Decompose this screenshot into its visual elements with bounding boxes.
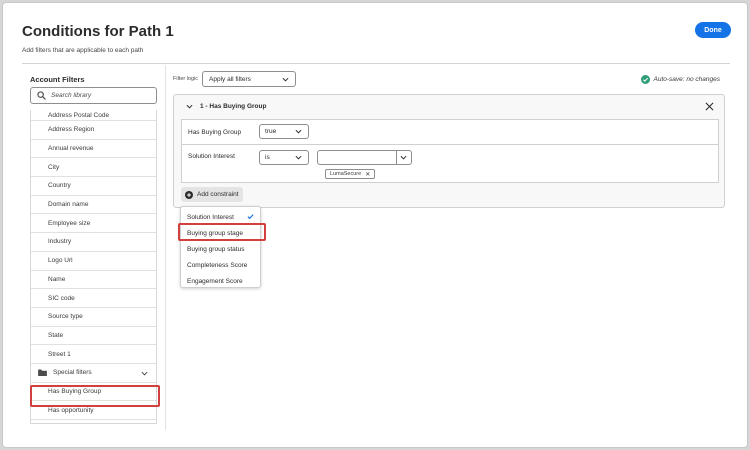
list-item[interactable]: SIC code (31, 289, 156, 308)
menu-item-engagement-score[interactable]: Engagement Score (181, 273, 260, 289)
constraints-table: Has Buying Group true Solution Interest … (181, 119, 719, 183)
add-constraint-label: Add constraint (197, 191, 239, 198)
list-item[interactable]: Employee size (31, 214, 156, 234)
panel-divider (165, 65, 166, 430)
constraint-label: Has Buying Group (188, 129, 242, 136)
chevron-down-icon (282, 77, 289, 82)
autosave-status: Auto-save: no changes (640, 75, 721, 84)
menu-item-solution-interest[interactable]: Solution Interest (181, 209, 260, 225)
list-item[interactable]: Logo Url (31, 252, 156, 271)
value-tag: LumaSecure ✕ (325, 169, 376, 179)
value-combobox[interactable] (317, 150, 412, 165)
operator-select[interactable]: is (259, 150, 309, 165)
constraint-row: Solution Interest is LumaSecure ✕ (182, 145, 718, 183)
list-item[interactable]: Address Postal Code (31, 110, 156, 121)
operator-select[interactable]: true (259, 124, 309, 139)
chevron-down-icon (141, 371, 148, 376)
checkmark-icon (247, 214, 254, 220)
tag-label: LumaSecure (330, 171, 362, 177)
menu-item-buying-group-stage[interactable]: Buying group stage (181, 225, 260, 241)
add-constraint-button[interactable]: Add constraint (181, 187, 243, 202)
chevron-down-icon (400, 155, 407, 160)
tag-remove-icon[interactable]: ✕ (365, 171, 370, 178)
search-library-input[interactable]: Search library (30, 87, 157, 104)
plus-circle-icon (185, 190, 193, 199)
list-item[interactable]: Domain name (31, 196, 156, 215)
filter-logic-select[interactable]: Apply all filters (202, 71, 296, 87)
list-item[interactable]: Industry (31, 233, 156, 252)
list-item[interactable]: Street 1 (31, 345, 156, 364)
chevron-down-icon (186, 104, 193, 109)
close-icon[interactable] (705, 102, 714, 111)
list-item[interactable]: City (31, 158, 156, 178)
dialog-title: Conditions for Path 1 (22, 23, 174, 40)
special-filters-folder[interactable]: Special filters (31, 364, 156, 383)
list-item[interactable]: Name (31, 271, 156, 290)
special-filters-label: Special filters (53, 369, 92, 377)
done-button[interactable]: Done (695, 22, 731, 38)
constraint-menu: Solution Interest Buying group stage Buy… (180, 206, 261, 288)
filter-library-list: Address Postal Code Address Region Annua… (30, 110, 157, 424)
header-divider (22, 63, 730, 64)
folder-icon (38, 369, 47, 377)
list-item[interactable]: Country (31, 177, 156, 196)
constraint-row: Has Buying Group true (182, 120, 718, 145)
search-icon (37, 91, 46, 100)
filter-card: 1 - Has Buying Group Has Buying Group tr… (173, 94, 725, 208)
autosave-text: Auto-save: no changes (653, 76, 721, 83)
list-item[interactable]: Address Region (31, 121, 156, 140)
check-circle-icon (640, 75, 650, 84)
dialog-subtitle: Add filters that are applicable to each … (22, 47, 144, 54)
card-title: 1 - Has Buying Group (200, 103, 267, 110)
conditions-dialog: Conditions for Path 1 Add filters that a… (2, 2, 748, 448)
account-filters-title: Account Filters (30, 75, 85, 84)
search-placeholder: Search library (51, 92, 92, 99)
filter-logic-label: Filter logic (173, 76, 199, 82)
menu-item-buying-group-status[interactable]: Buying group status (181, 241, 260, 257)
card-header[interactable]: 1 - Has Buying Group (186, 103, 266, 110)
menu-item-completeness-score[interactable]: Completeness Score (181, 257, 260, 273)
list-item-has-buying-group[interactable]: Has Buying Group (31, 383, 156, 402)
chevron-down-icon (295, 155, 302, 160)
list-item-has-opportunity[interactable]: Has opportunity (31, 401, 156, 420)
constraint-label: Solution Interest (188, 153, 235, 160)
list-item[interactable]: Annual revenue (31, 140, 156, 159)
value-dropdown-button[interactable] (396, 151, 411, 164)
list-item[interactable]: Source type (31, 308, 156, 327)
chevron-down-icon (295, 129, 302, 134)
filter-logic-value: Apply all filters (209, 75, 251, 83)
list-item[interactable]: State (31, 327, 156, 346)
